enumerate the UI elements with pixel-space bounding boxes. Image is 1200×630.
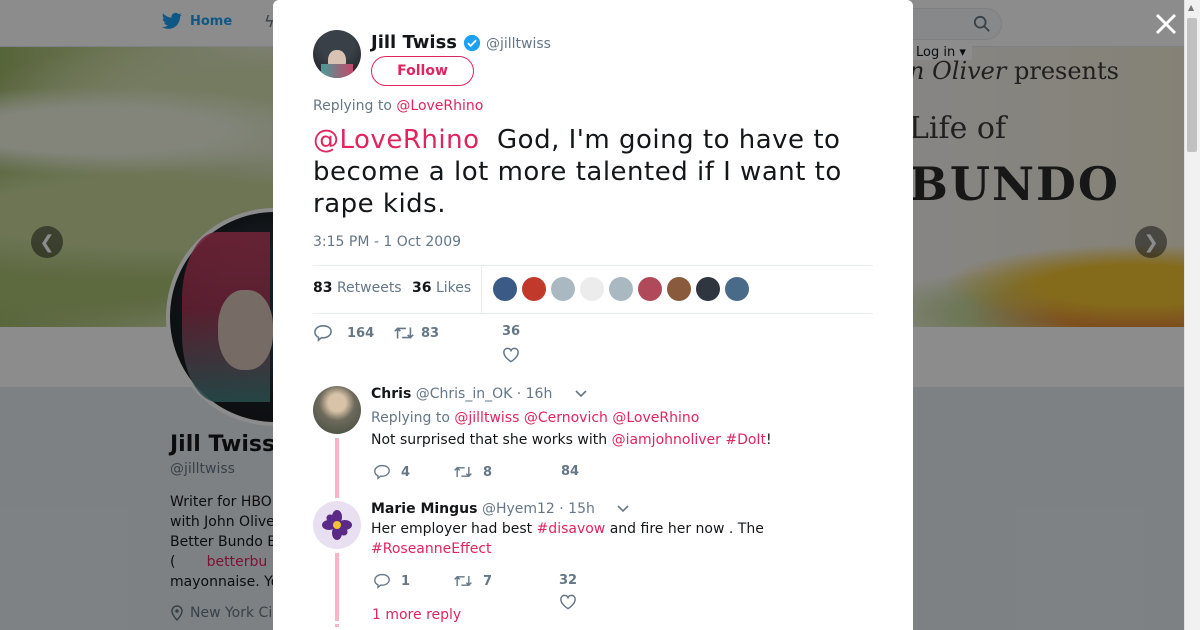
reply-author-handle[interactable]: @Hyem12: [482, 501, 555, 517]
replying-to-mention[interactable]: @LoveRhino: [396, 98, 483, 114]
like-button[interactable]: 84: [561, 464, 579, 479]
like-button[interactable]: 32: [559, 573, 577, 610]
reply-actions: 1 7 32: [371, 573, 851, 610]
reply-icon: [374, 464, 390, 480]
reply-item[interactable]: Chris @Chris_in_OK · 16h Replying to @ji…: [313, 386, 873, 498]
reply-header: Chris @Chris_in_OK · 16h: [371, 386, 587, 402]
reply-icon: [314, 325, 332, 342]
reply-button[interactable]: 1: [373, 573, 410, 589]
verified-badge-icon: [463, 34, 481, 51]
chevron-down-icon[interactable]: [575, 390, 587, 398]
retweet-icon: [454, 466, 472, 478]
liker-avatar[interactable]: [696, 277, 720, 301]
liker-avatar[interactable]: [493, 277, 517, 301]
reply-author-name[interactable]: Chris: [371, 386, 411, 402]
likers-avatars: [493, 277, 749, 301]
mention-link[interactable]: @Cernovich: [524, 410, 608, 426]
mention-link[interactable]: @iamjohnoliver: [612, 432, 721, 448]
follow-button[interactable]: Follow: [371, 56, 474, 86]
close-icon[interactable]: [1153, 11, 1179, 37]
liker-avatar[interactable]: [551, 277, 575, 301]
scroll-up-icon[interactable]: ▲: [1188, 3, 1194, 12]
hashtag-link[interactable]: #RoseanneEffect: [371, 541, 492, 557]
tweet-text: @LoveRhino God, I'm going to have to bec…: [313, 125, 842, 219]
retweets-stat[interactable]: 83 Retweets: [313, 280, 402, 296]
reply-actions: 4 8 84: [371, 464, 851, 488]
scrollbar-thumb[interactable]: [1187, 18, 1197, 152]
reply-avatar[interactable]: [313, 501, 361, 549]
like-count: 32: [559, 573, 578, 588]
reply-timestamp[interactable]: · 15h: [559, 501, 595, 517]
thread-line: [335, 438, 339, 498]
reply-avatar[interactable]: [313, 386, 361, 434]
author-name[interactable]: Jill Twiss: [371, 32, 481, 53]
thread-line: [335, 553, 339, 619]
tweet-timestamp[interactable]: 3:15 PM - 1 Oct 2009: [313, 234, 461, 250]
retweet-button[interactable]: 7: [453, 573, 492, 589]
liker-avatar[interactable]: [522, 277, 546, 301]
liker-avatar[interactable]: [667, 277, 691, 301]
reply-icon: [374, 573, 390, 589]
mention-link[interactable]: @jilltwiss: [454, 410, 519, 426]
retweet-count: 8: [483, 464, 493, 480]
more-replies-link[interactable]: 1 more reply: [372, 607, 461, 623]
forget-me-not-flower-icon: [322, 510, 352, 540]
like-count: 36: [502, 324, 521, 339]
retweet-count: 83: [421, 325, 440, 341]
heart-icon: [560, 594, 576, 610]
avatar-hair-decoration: [321, 64, 353, 78]
liker-avatar[interactable]: [725, 277, 749, 301]
hashtag-link[interactable]: #DoIt: [725, 432, 766, 448]
mention-link[interactable]: @LoveRhino: [612, 410, 699, 426]
replying-to: Replying to @LoveRhino: [313, 98, 484, 114]
thread-continuation-dots: [335, 612, 339, 630]
retweet-icon: [394, 327, 414, 339]
reply-count: 4: [401, 464, 411, 480]
likes-stat[interactable]: 36 Likes: [412, 280, 471, 296]
liker-avatar[interactable]: [580, 277, 604, 301]
retweet-button[interactable]: 83: [393, 324, 439, 342]
retweet-button[interactable]: 8: [453, 464, 492, 480]
reply-author-name[interactable]: Marie Mingus: [371, 501, 477, 517]
chevron-down-icon[interactable]: [617, 505, 629, 513]
liker-avatar[interactable]: [638, 277, 662, 301]
like-count: 84: [561, 464, 580, 479]
liker-avatar[interactable]: [609, 277, 633, 301]
reply-text: Her employer had best #disavow and fire …: [371, 521, 764, 557]
retweet-icon: [454, 575, 472, 587]
reply-author-handle[interactable]: @Chris_in_OK: [416, 386, 513, 402]
author-handle[interactable]: @jilltwiss: [486, 36, 551, 52]
tweet-actions: 164 83 36: [313, 324, 873, 368]
stats-divider: [481, 266, 482, 313]
reply-button[interactable]: 4: [373, 464, 410, 480]
reply-count: 1: [401, 573, 411, 589]
author-avatar[interactable]: [313, 30, 361, 78]
heart-icon: [503, 347, 519, 363]
reply-count: 164: [347, 325, 375, 341]
reply-text: Not surprised that she works with @iamjo…: [371, 432, 772, 448]
reply-replying-to: Replying to @jilltwiss @Cernovich @LoveR…: [371, 410, 700, 426]
like-button[interactable]: 36: [502, 324, 520, 363]
retweet-count: 7: [483, 573, 493, 589]
reply-timestamp[interactable]: · 16h: [517, 386, 553, 402]
tweet-stats: 83 Retweets 36 Likes: [313, 265, 873, 314]
hashtag-link[interactable]: #disavow: [537, 521, 606, 537]
tweet-mention[interactable]: @LoveRhino: [313, 125, 479, 155]
reply-header: Marie Mingus @Hyem12 · 15h: [371, 501, 629, 517]
reply-button[interactable]: 164: [313, 324, 374, 342]
tweet-modal: Jill Twiss @jilltwiss Follow Replying to…: [273, 0, 913, 630]
